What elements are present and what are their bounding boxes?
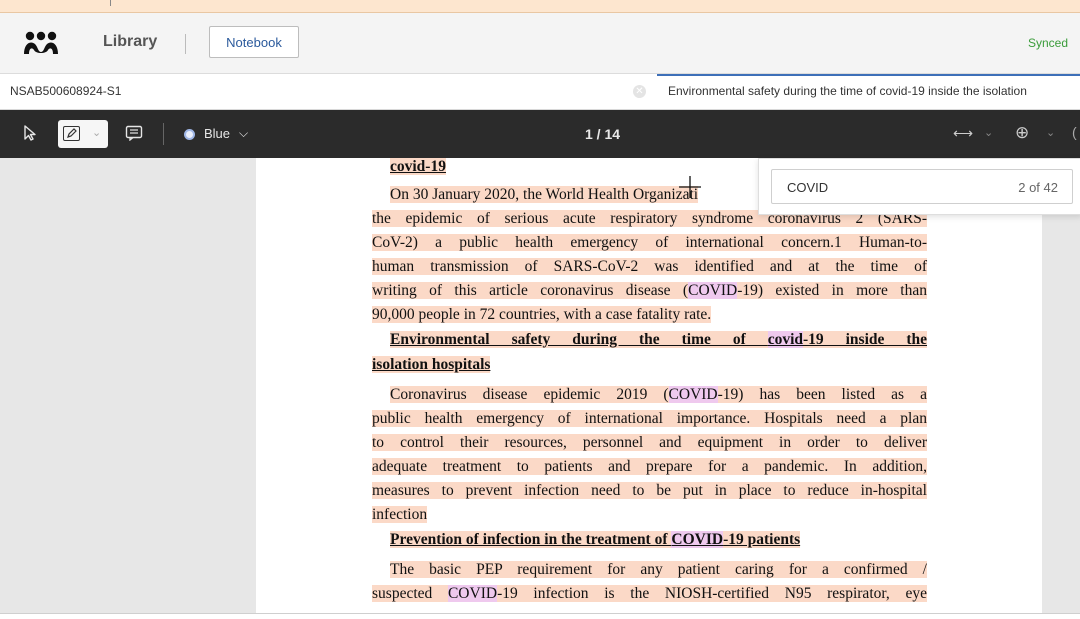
chevron-down-icon: ⌄	[92, 127, 102, 139]
strip-tick	[110, 0, 111, 6]
app-header: Library Notebook Synced	[0, 13, 1080, 74]
header-divider	[185, 34, 186, 54]
text-line: Coronavirus disease epidemic 2019 (COVID…	[390, 386, 927, 403]
page-indicator: 1 / 14	[585, 126, 621, 142]
text-line: On 30 January 2020, the World Health Org…	[390, 186, 699, 203]
top-window-strip	[0, 0, 1080, 13]
notebook-button[interactable]: Notebook	[209, 26, 299, 58]
text-line: The basic PEP requirement for any patien…	[390, 561, 927, 578]
color-picker-label[interactable]: Blue	[204, 126, 230, 141]
search-input[interactable]: COVID 2 of 42	[771, 169, 1073, 204]
library-link[interactable]: Library	[103, 33, 157, 51]
zoom-in-icon[interactable]: ⊕	[1015, 123, 1029, 143]
comment-icon[interactable]	[125, 125, 143, 141]
pen-icon	[63, 126, 80, 141]
section-heading: Prevention of infection in the treatment…	[390, 531, 801, 548]
color-dot-icon[interactable]	[184, 129, 195, 140]
document-tab-bar: NSAB500608924-S1 ✕ Environmental safety …	[0, 74, 1080, 110]
text-line: adequate treatment to patients and prepa…	[372, 458, 927, 475]
search-match: COVID	[671, 531, 724, 548]
search-match: COVID	[688, 282, 738, 299]
search-match: COVID	[447, 585, 498, 602]
text-line: writing of this article coronavirus dise…	[372, 282, 927, 299]
fit-width-icon[interactable]: ⟷	[953, 125, 973, 142]
text-line: 90,000 people in 72 countries, with a ca…	[372, 306, 712, 323]
chevron-down-icon[interactable]: ⌄	[984, 126, 993, 139]
chevron-down-icon[interactable]: ⌄	[1046, 126, 1055, 139]
pdf-toolbar: ⌄ Blue ⌵ 1 / 14 ⟷ ⌄ ⊕ ⌄ (	[0, 110, 1080, 158]
section-heading: isolation hospitals	[372, 356, 491, 373]
text-line: to control their resources, personnel an…	[372, 434, 927, 451]
search-panel: COVID 2 of 42	[758, 158, 1080, 215]
sync-status: Synced	[1027, 36, 1068, 50]
section-heading: covid-19	[390, 158, 446, 175]
tab-document-2-active[interactable]: Environmental safety during the time of …	[657, 74, 1080, 109]
close-tab-icon[interactable]: ✕	[633, 85, 646, 98]
text-line: infection	[372, 506, 428, 523]
tab-label: Environmental safety during the time of …	[668, 84, 1027, 98]
chevron-down-icon[interactable]: ⌵	[239, 126, 248, 141]
annotate-tool-button[interactable]: ⌄	[58, 120, 108, 148]
search-result-count: 2 of 42	[1018, 180, 1058, 195]
crosshair-cursor-icon	[679, 176, 701, 198]
pdf-viewer[interactable]: covid-19 On 30 January 2020, the World H…	[0, 158, 1080, 613]
tab-label: NSAB500608924-S1	[10, 84, 122, 98]
more-icon[interactable]: (	[1072, 124, 1077, 140]
tab-document-1[interactable]: NSAB500608924-S1 ✕	[0, 74, 656, 109]
toolbar-divider	[163, 123, 164, 145]
mendeley-logo-icon[interactable]	[22, 30, 60, 56]
text-line: measures to prevent infection need to be…	[372, 482, 927, 499]
text-line: CoV-2) a public health emergency of inte…	[372, 234, 927, 251]
search-term: COVID	[787, 180, 829, 195]
search-match: COVID	[668, 386, 718, 403]
pdf-page: covid-19 On 30 January 2020, the World H…	[256, 158, 1042, 613]
section-heading: Environmental safety during the time of …	[390, 331, 927, 348]
text-line: public health emergency of international…	[372, 410, 927, 427]
text-line: human transmission of SARS-CoV-2 was ide…	[372, 258, 927, 275]
bottom-edge	[0, 613, 1080, 619]
search-match: covid	[767, 331, 803, 348]
text-line: suspected COVID-19 infection is the NIOS…	[372, 585, 927, 602]
select-pointer-icon[interactable]	[22, 124, 40, 142]
